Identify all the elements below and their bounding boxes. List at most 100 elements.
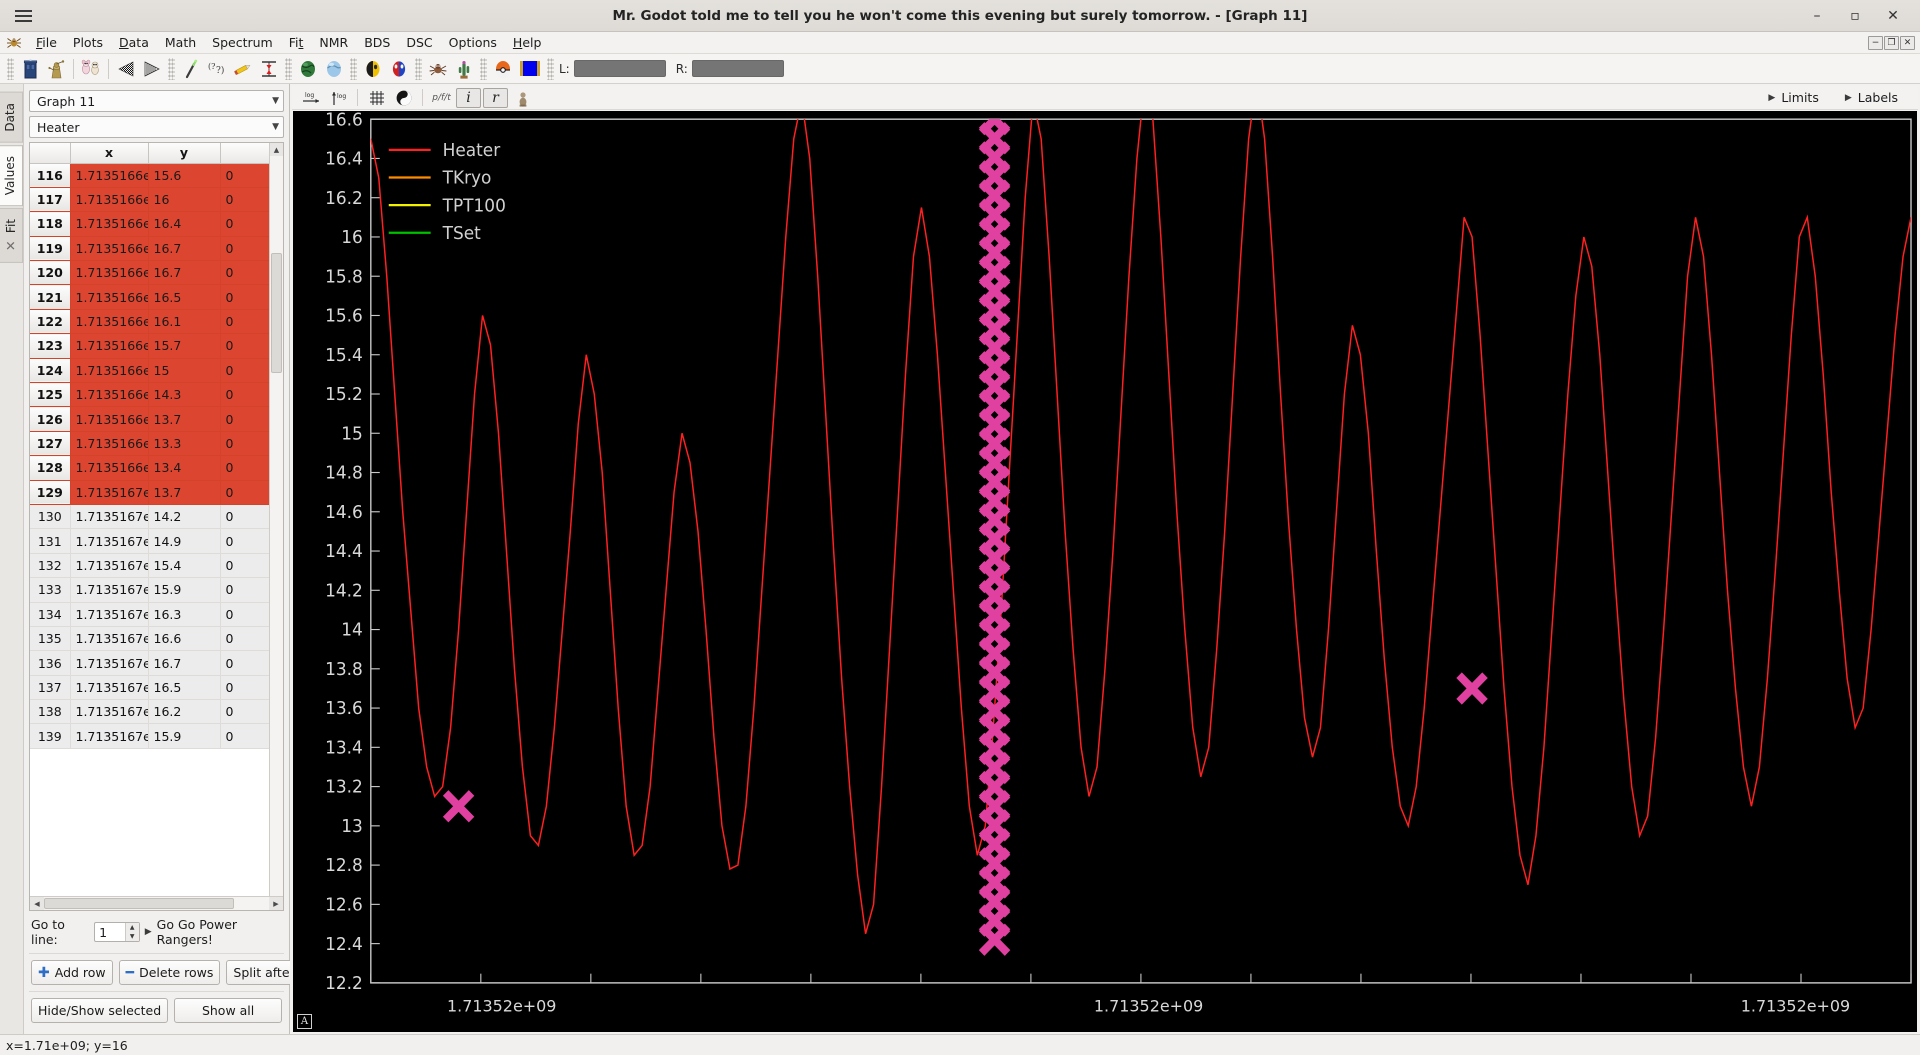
table-row[interactable]: 1231.7135166e+0915.70 (30, 334, 283, 358)
row-index-cell[interactable]: 129 (30, 480, 70, 504)
question-marks-icon[interactable]: (? ?) (204, 56, 230, 82)
cell-x[interactable]: 1.7135166e+09 (70, 456, 148, 480)
table-row[interactable]: 1341.7135167e+0916.30 (30, 602, 283, 626)
cell-y[interactable]: 16.4 (148, 212, 220, 236)
menu-spectrum[interactable]: Spectrum (204, 33, 281, 52)
mdi-minimize-button[interactable]: − (1868, 36, 1883, 50)
table-row[interactable]: 1381.7135167e+0916.20 (30, 700, 283, 724)
cell-y[interactable]: 13.3 (148, 431, 220, 455)
mdi-close-button[interactable]: ✕ (1900, 36, 1915, 50)
cell-x[interactable]: 1.7135167e+09 (70, 626, 148, 650)
col-header-index[interactable] (30, 143, 70, 163)
row-index-cell[interactable]: 125 (30, 383, 70, 407)
toolbar-drag-handle[interactable] (415, 58, 422, 80)
tab-data[interactable]: Data (0, 92, 23, 143)
table-row[interactable]: 1351.7135167e+0916.60 (30, 626, 283, 650)
cell-y[interactable]: 14.2 (148, 504, 220, 528)
graph-select[interactable]: Graph 11 ▼ (29, 90, 284, 112)
row-index-cell[interactable]: 126 (30, 407, 70, 431)
right-cursor-field[interactable] (692, 60, 784, 77)
stepper-down-icon[interactable]: ▼ (126, 932, 139, 941)
cell-y[interactable]: 16.7 (148, 651, 220, 675)
menu-options[interactable]: Options (441, 33, 505, 52)
delete-rows-button[interactable]: ━ Delete rows (119, 960, 221, 985)
table-row[interactable]: 1211.7135166e+0916.50 (30, 285, 283, 309)
toolbar-drag-handle[interactable] (350, 58, 357, 80)
cell-x[interactable]: 1.7135166e+09 (70, 431, 148, 455)
cell-x[interactable]: 1.7135166e+09 (70, 212, 148, 236)
cell-y[interactable]: 15.4 (148, 553, 220, 577)
toolbar-drag-handle[interactable] (285, 58, 292, 80)
row-index-cell[interactable]: 133 (30, 578, 70, 602)
cell-y[interactable]: 15.6 (148, 163, 220, 187)
menu-math[interactable]: Math (157, 33, 204, 52)
row-index-cell[interactable]: 118 (30, 212, 70, 236)
cell-x[interactable]: 1.7135166e+09 (70, 383, 148, 407)
table-row[interactable]: 1291.7135167e+0913.70 (30, 480, 283, 504)
cell-x[interactable]: 1.7135167e+09 (70, 675, 148, 699)
row-index-cell[interactable]: 121 (30, 285, 70, 309)
row-index-cell[interactable]: 134 (30, 602, 70, 626)
stepper-up-icon[interactable]: ▲ (126, 923, 139, 932)
window-maximize-button[interactable]: ▫ (1836, 0, 1874, 31)
cell-x[interactable]: 1.7135167e+09 (70, 700, 148, 724)
log-x-axis-icon[interactable]: log (299, 88, 324, 108)
go-go-power-rangers-button[interactable]: ▶ Go Go Power Rangers! (145, 917, 282, 947)
pokeball-icon[interactable] (490, 56, 516, 82)
cell-y[interactable]: 16.5 (148, 675, 220, 699)
table-row[interactable]: 1221.7135166e+0916.10 (30, 309, 283, 333)
row-index-cell[interactable]: 131 (30, 529, 70, 553)
cell-x[interactable]: 1.7135167e+09 (70, 504, 148, 528)
cell-x[interactable]: 1.7135166e+09 (70, 407, 148, 431)
cell-y[interactable]: 15.7 (148, 334, 220, 358)
cell-x[interactable]: 1.7135167e+09 (70, 529, 148, 553)
baseline-icon[interactable] (256, 56, 282, 82)
green-globe-icon[interactable] (295, 56, 321, 82)
table-row[interactable]: 1301.7135167e+0914.20 (30, 504, 283, 528)
cell-x[interactable]: 1.7135166e+09 (70, 163, 148, 187)
window-close-button[interactable]: ✕ (1874, 0, 1912, 31)
cell-x[interactable]: 1.7135166e+09 (70, 309, 148, 333)
cell-y[interactable]: 16.1 (148, 309, 220, 333)
table-row[interactable]: 1391.7135167e+0915.90 (30, 724, 283, 748)
toolbar-drag-handle[interactable] (547, 58, 554, 80)
scroll-up-arrow[interactable]: ▲ (270, 143, 283, 156)
row-index-cell[interactable]: 130 (30, 504, 70, 528)
grid-toggle-icon[interactable] (364, 88, 389, 108)
menu-dsc[interactable]: DSC (398, 33, 440, 52)
cell-y[interactable]: 16.7 (148, 236, 220, 260)
tab-fit[interactable]: ✕ Fit (0, 208, 23, 263)
horizontal-scroll-track[interactable] (44, 897, 269, 910)
axis-anchor-badge[interactable]: A (297, 1014, 312, 1029)
cell-x[interactable]: 1.7135166e+09 (70, 334, 148, 358)
table-row[interactable]: 1361.7135167e+0916.70 (30, 651, 283, 675)
menu-fit[interactable]: Fit (281, 33, 312, 52)
row-index-cell[interactable]: 132 (30, 553, 70, 577)
statue-icon[interactable] (510, 88, 535, 108)
cell-y[interactable]: 15 (148, 358, 220, 382)
yin-yang-icon[interactable] (391, 88, 416, 108)
row-index-cell[interactable]: 136 (30, 651, 70, 675)
goto-line-stepper[interactable]: 1 ▲ ▼ (94, 922, 140, 942)
table-row[interactable]: 1271.7135166e+0913.30 (30, 431, 283, 455)
table-row[interactable]: 1251.7135166e+0914.30 (30, 383, 283, 407)
hide-show-selected-button[interactable]: Hide/Show selected (31, 998, 168, 1023)
next-plot-icon[interactable] (139, 56, 165, 82)
row-index-cell[interactable]: 128 (30, 456, 70, 480)
blue-globe-icon[interactable] (321, 56, 347, 82)
cell-y[interactable]: 13.7 (148, 407, 220, 431)
cell-y[interactable]: 16.2 (148, 700, 220, 724)
row-index-cell[interactable]: 138 (30, 700, 70, 724)
dalek-icon[interactable] (43, 56, 69, 82)
cell-x[interactable]: 1.7135167e+09 (70, 578, 148, 602)
cell-y[interactable]: 16.6 (148, 626, 220, 650)
row-index-cell[interactable]: 117 (30, 187, 70, 211)
table-row[interactable]: 1321.7135167e+0915.40 (30, 553, 283, 577)
info-cursor-icon[interactable]: i (456, 88, 481, 108)
scroll-left-arrow[interactable]: ◀ (30, 897, 44, 910)
row-index-cell[interactable]: 124 (30, 358, 70, 382)
window-minimize-button[interactable]: – (1798, 0, 1836, 31)
vertical-scroll-thumb[interactable] (271, 253, 282, 373)
row-index-cell[interactable]: 135 (30, 626, 70, 650)
range-cursor-icon[interactable]: r (483, 88, 508, 108)
